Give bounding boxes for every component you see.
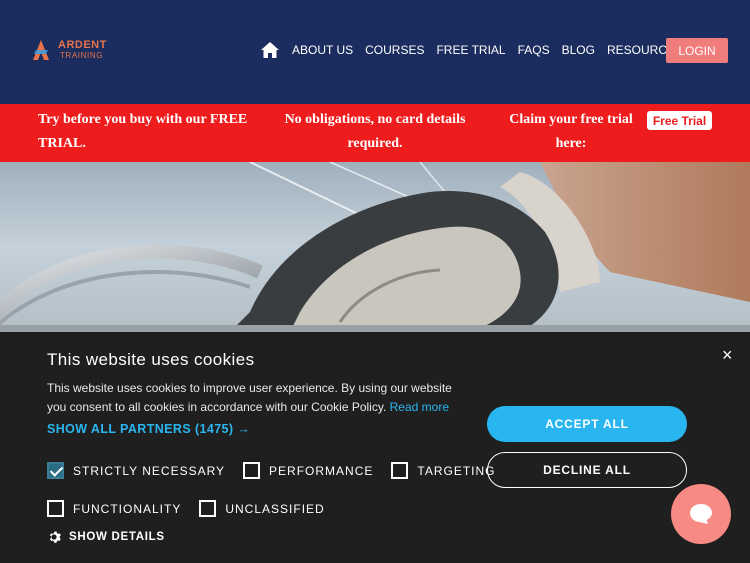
site-header: ARDENT TRAINING ABOUT US COURSES FREE TR… <box>0 0 750 104</box>
login-button[interactable]: LOGIN <box>666 38 728 63</box>
logo-mark-icon <box>33 40 49 60</box>
nav-about-us[interactable]: ABOUT US <box>292 41 353 59</box>
nav-courses[interactable]: COURSES <box>365 41 424 59</box>
checkbox-checked-icon[interactable] <box>47 462 64 479</box>
nav-free-trial[interactable]: FREE TRIAL <box>436 41 505 59</box>
promo-text-no-obligations: No obligations, no card details required… <box>284 112 466 151</box>
show-details-toggle[interactable]: SHOW DETAILS <box>47 530 165 544</box>
hero-image <box>0 162 750 332</box>
chat-launcher-button[interactable] <box>671 484 731 544</box>
home-icon[interactable] <box>260 41 280 59</box>
cookie-banner: This website uses cookies × This website… <box>0 333 750 563</box>
cookie-title: This website uses cookies <box>47 350 255 369</box>
nav-blog[interactable]: BLOG <box>562 41 595 59</box>
brand-tagline: TRAINING <box>60 51 104 60</box>
brand-name: ARDENT <box>58 39 107 51</box>
option-label: PERFORMANCE <box>269 463 374 478</box>
option-label: TARGETING <box>417 463 496 478</box>
main-nav: ABOUT US COURSES FREE TRIAL FAQS BLOG RE… <box>260 41 695 59</box>
show-details-label: SHOW DETAILS <box>69 531 165 543</box>
cookie-options-row-2: FUNCTIONALITY UNCLASSIFIED <box>47 500 343 517</box>
option-label: FUNCTIONALITY <box>73 501 182 516</box>
nav-faqs[interactable]: FAQS <box>518 41 550 59</box>
option-targeting[interactable]: TARGETING <box>391 462 495 479</box>
show-partners-link[interactable]: SHOW ALL PARTNERS (1475) → <box>47 422 250 436</box>
promo-text-trial: Try before you buy with our FREE TRIAL. <box>38 112 248 151</box>
close-icon[interactable]: × <box>722 345 733 366</box>
chat-bubble-icon <box>690 504 712 524</box>
promo-bar: Try before you buy with our FREE TRIAL. … <box>0 104 750 162</box>
option-unclassified[interactable]: UNCLASSIFIED <box>199 500 324 517</box>
accept-all-button[interactable]: ACCEPT ALL <box>487 406 687 442</box>
sailing-glove-illustration <box>0 162 750 332</box>
cookie-description: This website uses cookies to improve use… <box>47 379 467 417</box>
promo-text-claim: Claim your free trial here: <box>509 112 633 151</box>
checkbox-icon[interactable] <box>199 500 217 517</box>
checkbox-icon[interactable] <box>243 462 261 479</box>
gear-icon <box>49 531 61 543</box>
checkbox-icon[interactable] <box>47 500 64 517</box>
option-strictly-necessary[interactable]: STRICTLY NECESSARY <box>47 462 225 479</box>
checkbox-icon[interactable] <box>391 462 409 479</box>
decline-all-button[interactable]: DECLINE ALL <box>487 452 687 488</box>
option-performance[interactable]: PERFORMANCE <box>243 462 373 479</box>
option-label: UNCLASSIFIED <box>225 501 325 516</box>
option-label: STRICTLY NECESSARY <box>73 463 226 478</box>
option-functionality[interactable]: FUNCTIONALITY <box>47 500 181 517</box>
free-trial-button[interactable]: Free Trial <box>647 111 712 130</box>
read-more-link[interactable]: Read more <box>390 400 449 414</box>
brand-logo[interactable]: ARDENT TRAINING <box>32 38 112 66</box>
cookie-options-row-1: STRICTLY NECESSARY PERFORMANCE TARGETING <box>47 462 514 479</box>
